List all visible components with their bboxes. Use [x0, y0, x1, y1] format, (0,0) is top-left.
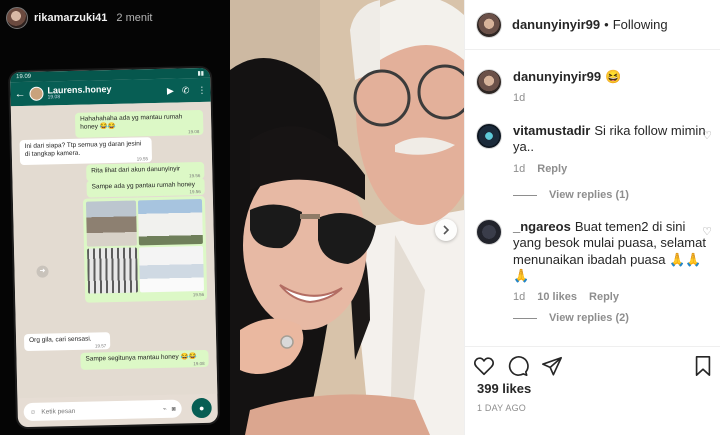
view-replies-button[interactable]: View replies (1) [513, 189, 629, 201]
header-separator: • [604, 17, 609, 32]
like-count[interactable]: 399 likes [477, 381, 531, 396]
post-author-avatar[interactable] [476, 11, 502, 38]
comment: vitamustadir Si rika follow mimin ya.. 1d… [476, 123, 712, 176]
share-arrow-icon: ➜ [36, 265, 49, 278]
comments-list: danunyinyir99 😆 1d vitamustadir Si rika fo… [465, 51, 720, 346]
couple-selfie-image [230, 0, 464, 435]
save-bookmark-icon[interactable] [693, 355, 713, 377]
comment-age: 1d [513, 162, 526, 175]
post-header: danunyinyir99 • Following [465, 0, 720, 50]
phone-call-icon: ✆ [181, 84, 190, 95]
chat-photo [87, 247, 138, 294]
story-time: 2 menit [116, 12, 153, 24]
reply-button[interactable]: Reply [537, 163, 567, 177]
emoji-icon[interactable]: ☺ [30, 408, 37, 415]
story-screenshot: rikamarzuki41 2 menit 19.09 ▮▮ ← Laurens… [0, 0, 230, 435]
message-input-placeholder: Ketik pesan [41, 407, 76, 416]
post-actions: 399 likes 1 DAY AGO [465, 346, 720, 435]
chat-message: Sampe ada yg pantau rumah honey 19.56 [86, 177, 205, 198]
caption-age: 1d [513, 92, 526, 105]
chat-body: Hahahahaha ada yg mantau rumah honey 😂😂 … [10, 101, 218, 399]
replies-divider-line [513, 317, 537, 319]
story-header: rikamarzuki41 2 menit [6, 6, 152, 30]
view-replies-label: View replies (1) [549, 189, 629, 201]
message-input[interactable]: ☺ Ketik pesan ⌁ ◙ [23, 399, 182, 422]
caption: danunyinyir99 😆 1d [476, 69, 712, 106]
like-comment-heart-icon[interactable]: ♡ [702, 225, 712, 238]
story-username: rikamarzuki41 [34, 12, 108, 24]
video-call-icon: ▶ [166, 85, 175, 96]
caption-text: 😆 [605, 69, 622, 84]
comment-avatar[interactable] [476, 219, 502, 245]
chat-message: Sampe segitunya mantau honey 😂😂 19.08 [80, 349, 209, 370]
share-paper-plane-icon[interactable] [541, 355, 563, 377]
comment-username[interactable]: vitamustadir [513, 123, 590, 138]
comment-avatar[interactable] [476, 123, 502, 149]
like-heart-icon[interactable] [473, 355, 495, 377]
post-timestamp: 1 DAY AGO [477, 403, 526, 413]
chat-contact-avatar [29, 86, 44, 101]
chat-image-message: 19.56 [82, 195, 208, 303]
comment: _ngareos Buat temen2 di sini yang besok m… [476, 219, 712, 305]
whatsapp-phone-screenshot: 19.09 ▮▮ ← Laurens.honey 19.08 ▶ ✆ ⋮ Hah… [9, 67, 219, 428]
phone-battery-icon: ▮▮ [197, 70, 205, 78]
caption-author-avatar[interactable] [476, 69, 502, 95]
replies-divider-line [513, 194, 537, 196]
view-replies-button[interactable]: View replies (2) [513, 312, 629, 324]
mic-icon[interactable]: ● [191, 397, 212, 419]
chat-message: Hahahahaha ada yg mantau rumah honey 😂😂 … [74, 109, 204, 139]
like-comment-heart-icon[interactable]: ♡ [702, 129, 712, 142]
attach-icon[interactable]: ⌁ [163, 405, 167, 413]
chat-message: Org gila, cari sensasi. 19.57 [23, 332, 111, 352]
next-photo-button[interactable] [435, 219, 457, 241]
story-avatar [6, 7, 28, 29]
caption-username[interactable]: danunyinyir99 [513, 69, 601, 84]
chat-photo [85, 200, 137, 247]
phone-clock: 19.09 [16, 73, 32, 81]
chevron-right-icon [443, 225, 450, 235]
post-photo [230, 0, 464, 435]
comment-bubble-icon[interactable] [507, 355, 529, 377]
chat-photo [138, 245, 205, 293]
more-vertical-icon: ⋮ [197, 84, 207, 95]
view-replies-label: View replies (2) [549, 312, 629, 324]
reply-button[interactable]: Reply [589, 291, 619, 305]
chat-photo [137, 198, 203, 246]
post-author-username[interactable]: danunyinyir99 [512, 17, 600, 32]
follow-status-button[interactable]: Following [613, 17, 668, 32]
comment-username[interactable]: _ngareos [513, 219, 571, 234]
post-panel: danunyinyir99 • Following danunyinyir99 😆 1… [464, 0, 720, 435]
camera-icon[interactable]: ◙ [172, 405, 176, 412]
chat-message: Ini dari siapa? Ttp semua yg daran jesin… [19, 137, 153, 166]
comment-age: 1d [513, 291, 526, 303]
back-arrow-icon: ← [14, 87, 26, 101]
comment-likes[interactable]: 10 likes [537, 291, 577, 305]
